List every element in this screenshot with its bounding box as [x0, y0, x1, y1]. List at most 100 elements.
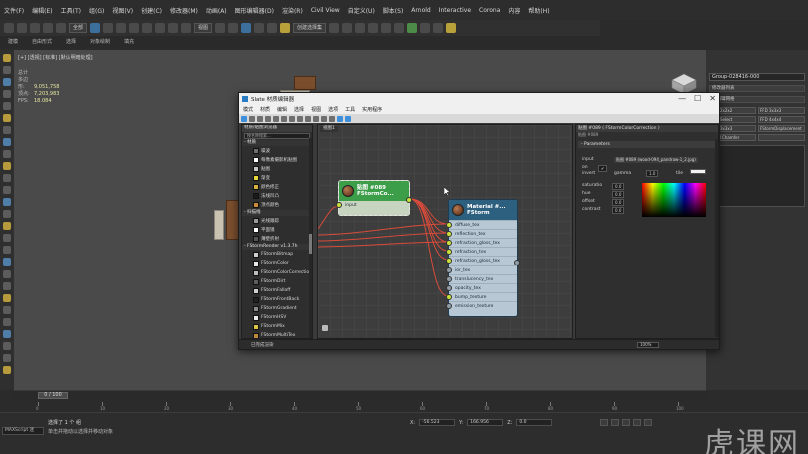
input-port[interactable] [446, 267, 452, 273]
lock-icon[interactable] [3, 330, 11, 338]
menu-item[interactable]: 动画(A) [206, 6, 227, 15]
zoom-field[interactable]: 100% [637, 342, 659, 348]
slate-menu-item[interactable]: 实用程序 [362, 106, 382, 113]
param-value-field[interactable]: ✔ [598, 165, 608, 172]
slate-menu-item[interactable]: 选择 [294, 106, 304, 113]
go-to-end-icon[interactable] [644, 419, 652, 426]
time-slider-track[interactable]: 0 / 100 [14, 390, 706, 400]
param-value-field[interactable]: 0.0 [612, 199, 625, 206]
slate-titlebar[interactable]: Slate 材质编辑器 — ☐ ✕ [239, 93, 719, 105]
browser-item[interactable]: FStormBitmap [242, 250, 312, 259]
x-coordinate-field[interactable]: -56.523 [419, 419, 456, 426]
material-slot[interactable]: opacity_tex [446, 283, 517, 292]
input-map-button[interactable]: 贴图 #089 (wood-094_pandraw-1_2.jpg) [614, 157, 698, 163]
color-correction-node[interactable]: 贴图 #089 FStormCo... input [336, 180, 412, 216]
browser-scrollbar[interactable] [309, 138, 312, 338]
material-slot[interactable]: translucency_tex [446, 274, 517, 283]
menu-item[interactable]: 文件(F) [4, 6, 24, 15]
hide-unused-slots-icon[interactable] [289, 115, 295, 122]
browser-item[interactable]: FStormGradient [242, 304, 312, 313]
modifier-button[interactable]: FFD 4x4x4 [758, 116, 805, 123]
slate-menu-item[interactable]: 选项 [328, 106, 338, 113]
y-coordinate-field[interactable]: 166.956 [467, 419, 504, 426]
layer-explorer-icon[interactable] [355, 23, 366, 33]
node-wire[interactable] [318, 206, 339, 230]
scrollbar-thumb[interactable] [309, 234, 312, 254]
input-port[interactable] [446, 294, 452, 300]
create-icon[interactable] [3, 54, 11, 62]
material-slot[interactable]: refraction_gloss_tex [446, 238, 517, 247]
menu-item[interactable]: 修改器(M) [170, 6, 198, 15]
browser-item[interactable]: 噪波 [242, 146, 312, 155]
hierarchy-icon[interactable] [3, 78, 11, 86]
browser-item[interactable]: 贴图 [242, 164, 312, 173]
window-crossing-icon[interactable] [129, 23, 140, 33]
menu-item[interactable]: Arnold [411, 7, 430, 14]
layer-icon[interactable] [3, 342, 11, 350]
browser-item[interactable]: FStormMix [242, 322, 312, 331]
selection-filter-dropdown[interactable]: 全部 [69, 23, 88, 33]
input-port[interactable] [446, 222, 452, 228]
geometry-icon[interactable] [3, 198, 11, 206]
undo-icon[interactable] [4, 23, 14, 33]
select-object-icon[interactable] [90, 23, 101, 33]
select-by-name-icon[interactable] [103, 23, 114, 33]
parameter-editor-icon[interactable] [337, 115, 343, 122]
play-icon[interactable] [622, 419, 630, 426]
put-to-scene-icon[interactable] [257, 115, 263, 122]
percent-snap-icon[interactable] [254, 23, 265, 33]
next-frame-icon[interactable] [633, 419, 641, 426]
maximize-viewport-icon[interactable] [3, 294, 11, 302]
helper-icon[interactable] [3, 150, 11, 158]
ribbon-tab[interactable]: 填充 [124, 38, 134, 45]
modifier-button[interactable]: FFD 3x3x3 [758, 107, 805, 114]
light-icon[interactable] [3, 126, 11, 134]
angle-snap-icon[interactable] [241, 23, 252, 33]
placement-icon[interactable] [181, 23, 192, 33]
show-background-icon[interactable] [305, 115, 311, 122]
browser-item[interactable]: FStormFrontBack [242, 295, 312, 304]
fov-icon[interactable] [3, 282, 11, 290]
fstorm-material-node[interactable]: Material #... FStorm diffuse_tex reflecti… [446, 199, 520, 317]
browser-item[interactable]: 颜色修正 [242, 182, 312, 191]
material-slot[interactable]: diffuse_tex [446, 220, 517, 229]
ribbon-tab[interactable]: 选择 [66, 38, 76, 45]
scene-object[interactable] [214, 210, 224, 240]
time-slider[interactable]: 0 / 100 [38, 392, 68, 399]
browser-item[interactable]: 平面镜 [242, 225, 312, 234]
menu-item[interactable]: 帮助(H) [528, 6, 549, 15]
select-by-material-icon[interactable] [345, 115, 351, 122]
maxscript-listener[interactable]: MAXScript 迷 [2, 427, 44, 435]
align-icon[interactable] [342, 23, 353, 33]
menu-item[interactable]: 脚本(S) [383, 6, 404, 15]
maximize-icon[interactable]: ☐ [694, 94, 701, 104]
menu-item[interactable]: Civil View [311, 7, 340, 14]
spinner-snap-icon[interactable] [267, 23, 278, 33]
modifier-button[interactable] [758, 134, 805, 141]
modifier-stack[interactable] [709, 145, 805, 207]
isolate-icon[interactable] [3, 318, 11, 326]
orbit-icon[interactable] [3, 258, 11, 266]
material-slot[interactable]: refraction_tex [446, 247, 517, 256]
mirror-icon[interactable] [329, 23, 340, 33]
node-wire[interactable] [409, 198, 449, 297]
layout-children-icon[interactable] [321, 115, 327, 122]
menu-item[interactable]: 图形编辑器(D) [235, 6, 274, 15]
input-port[interactable] [336, 202, 342, 208]
menu-item[interactable]: 工具(T) [61, 6, 81, 15]
viewcube-icon[interactable] [3, 354, 11, 362]
material-slot[interactable]: ior_tex [446, 265, 517, 274]
browser-item[interactable]: 光线跟踪 [242, 216, 312, 225]
zoom-icon[interactable] [3, 246, 11, 254]
redo-icon[interactable] [17, 23, 27, 33]
input-slot[interactable]: input [336, 201, 409, 210]
render-icon[interactable] [446, 23, 457, 33]
unlink-icon[interactable] [43, 23, 53, 33]
camera-icon[interactable] [3, 138, 11, 146]
browser-item[interactable]: FStormColor [242, 259, 312, 268]
assign-material-icon[interactable] [265, 115, 271, 122]
modifier-stack-item[interactable]: 可编辑网格 [709, 96, 805, 103]
param-value-field[interactable]: 0.0 [612, 183, 625, 190]
color-picker[interactable] [642, 183, 706, 217]
space-warp-icon[interactable] [3, 162, 11, 170]
